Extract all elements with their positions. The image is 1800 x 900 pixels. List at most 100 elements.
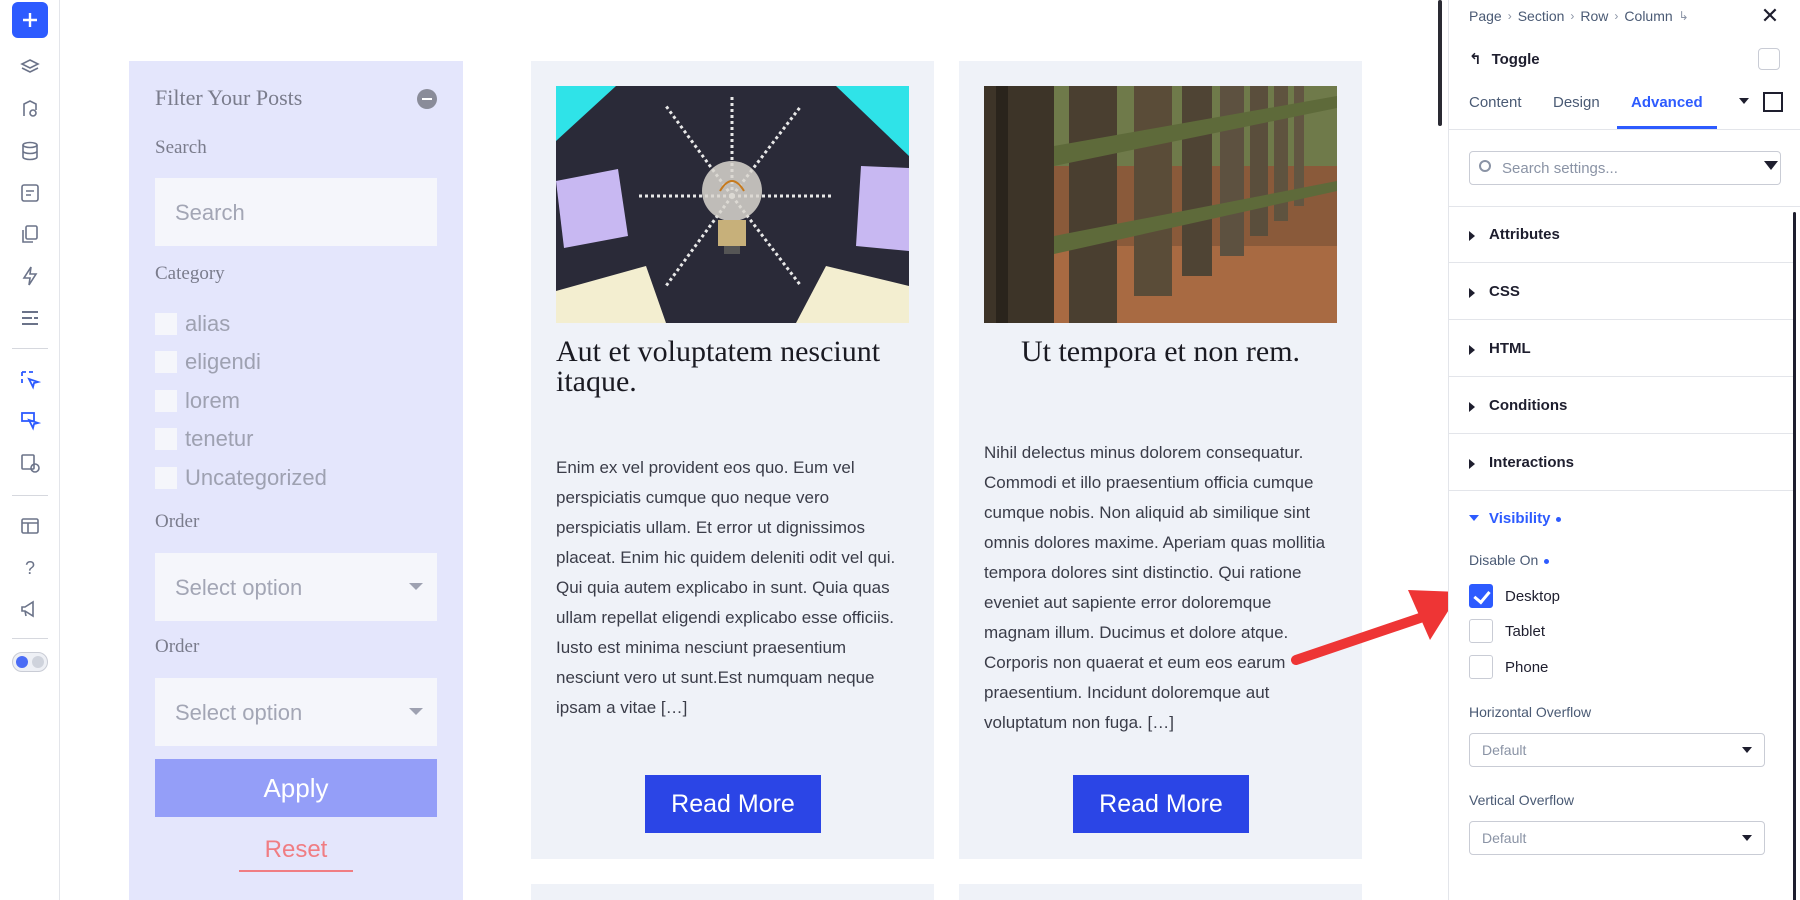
- caret-down-icon[interactable]: [1469, 515, 1479, 521]
- panel-scrollbar[interactable]: [1793, 212, 1796, 900]
- filter-icon[interactable]: [1764, 161, 1778, 170]
- breadcrumb: Page › Section › Row › Column ↳: [1469, 8, 1689, 24]
- visibility-title: Visibility: [1489, 510, 1551, 527]
- disable-desktop[interactable]: Desktop: [1469, 584, 1560, 608]
- collapse-icon[interactable]: [417, 89, 437, 109]
- post-card: [531, 884, 934, 900]
- post-card: [959, 884, 1362, 900]
- breadcrumb-item[interactable]: Page: [1469, 8, 1502, 24]
- accordion-conditions[interactable]: Conditions: [1449, 378, 1795, 434]
- tab-design[interactable]: Design: [1553, 94, 1600, 111]
- reset-link[interactable]: Reset: [239, 836, 353, 872]
- chevron-right-icon: ›: [1570, 9, 1575, 23]
- category-option[interactable]: eligendi: [155, 349, 261, 375]
- disable-phone[interactable]: Phone: [1469, 655, 1548, 679]
- read-more-button[interactable]: Read More: [645, 775, 821, 833]
- close-icon[interactable]: ✕: [1760, 5, 1780, 27]
- order-label: Order: [155, 511, 200, 532]
- accordion-interactions[interactable]: Interactions: [1449, 435, 1795, 491]
- window-icon[interactable]: [12, 508, 48, 544]
- checkbox-label: Tablet: [1505, 622, 1546, 640]
- rail-divider: [12, 348, 48, 349]
- chevron-down-icon: [1742, 747, 1752, 753]
- order-select[interactable]: Select option: [155, 553, 437, 621]
- builder-canvas[interactable]: Filter Your Posts Search Search Category…: [61, 0, 1442, 900]
- toggle-knob: [16, 656, 28, 668]
- accordion-css[interactable]: CSS: [1449, 264, 1795, 320]
- pointer-alt-icon[interactable]: [12, 403, 48, 439]
- settings-search-input[interactable]: Search settings...: [1469, 151, 1781, 185]
- category-option[interactable]: alias: [155, 311, 230, 337]
- accordion-visibility[interactable]: Visibility: [1489, 510, 1562, 527]
- accordion-html[interactable]: HTML: [1449, 321, 1795, 377]
- settings-toggle-icon[interactable]: [1758, 48, 1780, 70]
- category-name: alias: [185, 311, 231, 336]
- disable-on-text: Disable On: [1469, 552, 1539, 568]
- post-excerpt: Nihil delectus minus dolorem consequatur…: [984, 443, 1326, 732]
- visibility-icon[interactable]: [12, 445, 48, 481]
- child-arrow-icon[interactable]: ↳: [1679, 9, 1689, 23]
- chevron-down-icon[interactable]: [1739, 98, 1749, 104]
- form-icon[interactable]: [12, 175, 48, 211]
- modified-dot: [1556, 516, 1562, 522]
- help-icon[interactable]: ?: [12, 550, 48, 586]
- checkbox[interactable]: [155, 351, 177, 373]
- element-title: Toggle: [1491, 50, 1540, 68]
- square-icon[interactable]: [1763, 92, 1783, 112]
- post-excerpt: Enim ex vel provident eos quo. Eum vel p…: [556, 458, 896, 717]
- paint-icon[interactable]: [12, 91, 48, 127]
- select-value: Default: [1482, 742, 1527, 758]
- theme-toggle[interactable]: [12, 652, 48, 672]
- disable-tablet[interactable]: Tablet: [1469, 619, 1545, 643]
- checkbox-tablet[interactable]: [1469, 619, 1493, 643]
- list-icon[interactable]: [12, 300, 48, 336]
- horizontal-overflow-select[interactable]: Default: [1469, 733, 1765, 767]
- category-name: lorem: [185, 388, 241, 413]
- checkbox[interactable]: [155, 390, 177, 412]
- pointer-icon[interactable]: [12, 362, 48, 398]
- post-title[interactable]: Aut et voluptatem nesciunt itaque.: [556, 337, 909, 397]
- order-select-value: Select option: [175, 575, 303, 600]
- checkbox[interactable]: [155, 467, 177, 489]
- read-more-button[interactable]: Read More: [1073, 775, 1249, 833]
- post-image-lightbulb: [556, 86, 909, 323]
- panel-tabs: Content Design Advanced: [1449, 90, 1800, 130]
- bolt-icon[interactable]: [12, 258, 48, 294]
- apply-button[interactable]: Apply: [155, 759, 437, 817]
- megaphone-icon[interactable]: [12, 591, 48, 627]
- rail-divider: [12, 495, 48, 496]
- plus-icon[interactable]: [12, 2, 48, 38]
- layers-icon[interactable]: [12, 50, 48, 86]
- category-option[interactable]: lorem: [155, 388, 240, 414]
- checkbox-desktop[interactable]: [1469, 584, 1493, 608]
- horizontal-overflow-label: Horizontal Overflow: [1469, 704, 1592, 720]
- select-value: Default: [1482, 830, 1527, 846]
- post-title[interactable]: Ut tempora et non rem.: [984, 337, 1337, 367]
- breadcrumb-item[interactable]: Section: [1518, 8, 1565, 24]
- left-toolbar: ?: [0, 0, 60, 900]
- canvas-scrollbar[interactable]: [1438, 0, 1442, 126]
- vertical-overflow-select[interactable]: Default: [1469, 821, 1765, 855]
- post-image-fence: [984, 86, 1337, 323]
- disable-on-label: Disable On: [1469, 552, 1550, 568]
- database-icon[interactable]: [12, 133, 48, 169]
- tab-content[interactable]: Content: [1469, 94, 1522, 111]
- breadcrumb-item[interactable]: Row: [1580, 8, 1608, 24]
- builder-window: ? Filter Your Posts Search Search Catego…: [0, 0, 1800, 900]
- checkbox-phone[interactable]: [1469, 655, 1493, 679]
- breadcrumb-item[interactable]: Column: [1624, 8, 1672, 24]
- accordion-attributes[interactable]: Attributes: [1449, 207, 1795, 263]
- copy-icon[interactable]: [12, 216, 48, 252]
- order-select[interactable]: Select option: [155, 678, 437, 746]
- search-input[interactable]: Search: [155, 178, 437, 246]
- tab-advanced[interactable]: Advanced: [1631, 94, 1703, 111]
- category-option[interactable]: Uncategorized: [155, 465, 327, 491]
- back-icon[interactable]: ↰: [1469, 50, 1482, 68]
- chevron-right-icon: ›: [1614, 9, 1619, 23]
- filter-panel: Filter Your Posts Search Search Category…: [129, 61, 463, 900]
- category-option[interactable]: tenetur: [155, 426, 254, 452]
- checkbox[interactable]: [155, 313, 177, 335]
- category-name: eligendi: [185, 349, 261, 374]
- checkbox[interactable]: [155, 428, 177, 450]
- chevron-down-icon: [1742, 835, 1752, 841]
